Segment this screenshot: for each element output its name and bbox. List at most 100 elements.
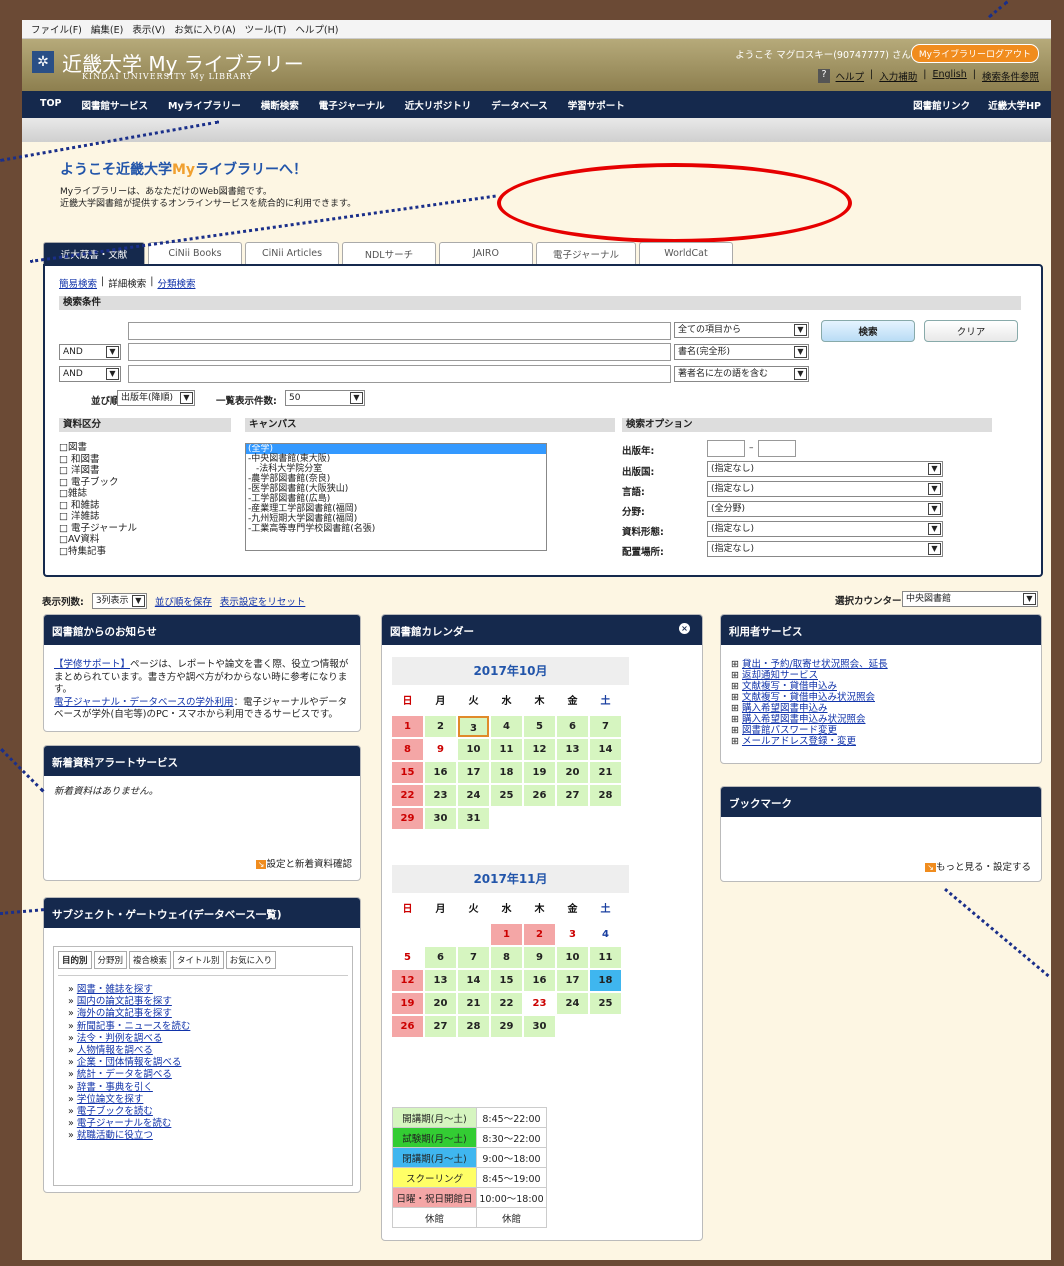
campus-option[interactable]: -九州短期大学図書館(福岡) (246, 514, 546, 524)
language-select[interactable]: (指定なし) ▼ (707, 481, 943, 497)
checkbox-foreign-book[interactable]: □ 洋図書 (59, 465, 137, 477)
campus-option[interactable]: -中央図書館(東大阪) (246, 454, 546, 464)
nav-repository[interactable]: 近大リポジトリ (405, 98, 472, 112)
logout-button[interactable]: Myライブラリーログアウト (910, 44, 1039, 63)
location-select[interactable]: (指定なし) ▼ (707, 541, 943, 557)
gateway-item[interactable]: » 図書・雑誌を探す (68, 984, 338, 996)
gateway-tab-title[interactable]: タイトル別 (173, 951, 224, 969)
nav-top[interactable]: TOP (40, 98, 62, 112)
user-service-item[interactable]: ⊞ 購入希望図書申込み (731, 703, 1031, 714)
count-select[interactable]: 50 ▼ (285, 390, 365, 406)
keyword-input-1[interactable] (128, 322, 671, 340)
nav-library-service[interactable]: 図書館サービス (82, 98, 149, 112)
keyword-input-3[interactable] (128, 365, 671, 383)
gateway-item[interactable]: » 人物情報を調べる (68, 1045, 338, 1057)
bookmark-more-link[interactable]: ↘ もっと見る・設定する (925, 859, 1031, 873)
gateway-item-link[interactable]: 電子ブックを読む (77, 1106, 153, 1117)
gateway-item[interactable]: » 統計・データを調べる (68, 1069, 338, 1081)
help-icon[interactable]: ? (818, 69, 830, 83)
gateway-item-link[interactable]: 統計・データを調べる (77, 1069, 172, 1080)
user-service-link[interactable]: 返却通知サービス (742, 670, 818, 681)
tab-ndl[interactable]: NDLサーチ (342, 242, 436, 264)
country-select[interactable]: (指定なし) ▼ (707, 461, 943, 477)
gateway-item[interactable]: » 法令・判例を調べる (68, 1033, 338, 1045)
nav-my-library[interactable]: Myライブラリー (168, 98, 241, 112)
gateway-item-link[interactable]: 就職活動に役立つ (77, 1130, 153, 1141)
help-link[interactable]: ヘルプ (836, 69, 865, 83)
nav-cross-search[interactable]: 横断検索 (261, 98, 299, 112)
menu-view[interactable]: 表示(V) (132, 22, 165, 36)
gateway-item[interactable]: » 企業・団体情報を調べる (68, 1057, 338, 1069)
gateway-item-link[interactable]: 企業・団体情報を調べる (77, 1057, 182, 1068)
nav-kindai-hp[interactable]: 近畿大学HP (988, 98, 1041, 112)
gateway-tab-field[interactable]: 分野別 (93, 951, 128, 969)
campus-option[interactable]: -農学部図書館(奈良) (246, 474, 546, 484)
sort-select[interactable]: 出版年(降順) ▼ (117, 390, 195, 406)
menu-tools[interactable]: ツール(T) (245, 22, 287, 36)
campus-option[interactable]: (全学) (246, 444, 546, 454)
close-icon[interactable]: × (679, 623, 690, 634)
user-service-link[interactable]: 購入希望図書申込み状況照会 (742, 714, 866, 725)
gateway-item-link[interactable]: 電子ジャーナルを読む (77, 1118, 172, 1129)
search-button[interactable]: 検索 (821, 320, 915, 342)
nav-database[interactable]: データベース (491, 98, 548, 112)
counter-select[interactable]: 中央図書館 ▼ (902, 591, 1038, 607)
keyword-input-2[interactable] (128, 343, 671, 361)
mode-detail[interactable]: 詳細検索 (108, 276, 146, 290)
gateway-tab-favorite[interactable]: お気に入り (225, 951, 277, 969)
checkbox-ejournal[interactable]: □ 電子ジャーナル (59, 523, 137, 535)
gateway-item-link[interactable]: 新聞記事・ニュースを読む (77, 1021, 191, 1032)
user-service-link[interactable]: 貸出・予約/取寄せ状況照会、延長 (742, 659, 888, 670)
gateway-item[interactable]: » 海外の論文記事を探す (68, 1008, 338, 1020)
user-service-link[interactable]: 文献複写・貸借申込み (742, 681, 837, 692)
user-service-link[interactable]: メールアドレス登録・変更 (742, 736, 856, 747)
campus-option[interactable]: -法科大学院分室 (246, 464, 546, 474)
gateway-item-link[interactable]: 国内の論文記事を探す (77, 996, 172, 1007)
checkbox-av[interactable]: □AV資料 (59, 534, 137, 546)
gateway-tab-complex[interactable]: 複合検索 (129, 951, 172, 969)
gateway-item[interactable]: » 新聞記事・ニュースを読む (68, 1021, 338, 1033)
tab-ejournal[interactable]: 電子ジャーナル (536, 242, 636, 264)
user-service-link[interactable]: 図書館パスワード変更 (742, 725, 837, 736)
tab-worldcat[interactable]: WorldCat (639, 242, 733, 264)
menu-file[interactable]: ファイル(F) (31, 22, 82, 36)
gateway-item[interactable]: » 辞書・事典を引く (68, 1082, 338, 1094)
menu-edit[interactable]: 編集(E) (91, 22, 123, 36)
gateway-item[interactable]: » 学位論文を探す (68, 1094, 338, 1106)
search-ref-link[interactable]: 検索条件参照 (982, 69, 1039, 83)
user-service-item[interactable]: ⊞ 購入希望図書申込み状況照会 (731, 714, 1031, 725)
gateway-tab-purpose[interactable]: 目的別 (58, 951, 92, 969)
campus-option[interactable]: -工学部図書館(広島) (246, 494, 546, 504)
checkbox-jp-magazine[interactable]: □ 和雑誌 (59, 500, 137, 512)
user-service-item[interactable]: ⊞ 文献複写・貸借申込み (731, 681, 1031, 692)
campus-option[interactable]: -医学部図書館(大阪狭山) (246, 484, 546, 494)
remote-access-link[interactable]: 電子ジャーナル・データベースの学外利用 (54, 697, 234, 708)
gateway-item-link[interactable]: 人物情報を調べる (77, 1045, 153, 1056)
gateway-item-link[interactable]: 法令・判例を調べる (77, 1033, 163, 1044)
gateway-item[interactable]: » 電子ブックを読む (68, 1106, 338, 1118)
gateway-item-link[interactable]: 学位論文を探す (77, 1094, 144, 1105)
year-from-input[interactable] (707, 440, 745, 457)
checkbox-magazine[interactable]: □雑誌 (59, 488, 137, 500)
checkbox-ebook[interactable]: □ 電子ブック (59, 477, 137, 489)
year-to-input[interactable] (758, 440, 796, 457)
clear-button[interactable]: クリア (924, 320, 1018, 342)
bool-select-1[interactable]: AND ▼ (59, 344, 121, 360)
reset-link[interactable]: 表示設定をリセット (220, 594, 306, 608)
learning-support-link[interactable]: 【学修サポート】 (54, 659, 130, 670)
subject-select[interactable]: (全分野) ▼ (707, 501, 943, 517)
user-service-link[interactable]: 文献複写・貸借申込み状況照会 (742, 692, 875, 703)
gateway-item[interactable]: » 就職活動に役立つ (68, 1130, 338, 1142)
gateway-item-link[interactable]: 図書・雑誌を探す (77, 984, 153, 995)
form-select[interactable]: (指定なし) ▼ (707, 521, 943, 537)
cols-select[interactable]: 3列表示 ▼ (91, 593, 147, 609)
user-service-item[interactable]: ⊞ 図書館パスワード変更 (731, 725, 1031, 736)
field-select-3[interactable]: 著者名に左の語を含む ▼ (674, 366, 809, 382)
save-order-link[interactable]: 並び順を保存 (155, 594, 212, 608)
checkbox-book[interactable]: □図書 (59, 442, 137, 454)
campus-option[interactable]: -産業理工学部図書館(福岡) (246, 504, 546, 514)
user-service-item[interactable]: ⊞ 返却通知サービス (731, 670, 1031, 681)
nav-ejournal[interactable]: 電子ジャーナル (319, 98, 385, 112)
campus-option[interactable]: -工業高等専門学校図書館(名張) (246, 524, 546, 534)
user-service-item[interactable]: ⊞ メールアドレス登録・変更 (731, 736, 1031, 747)
